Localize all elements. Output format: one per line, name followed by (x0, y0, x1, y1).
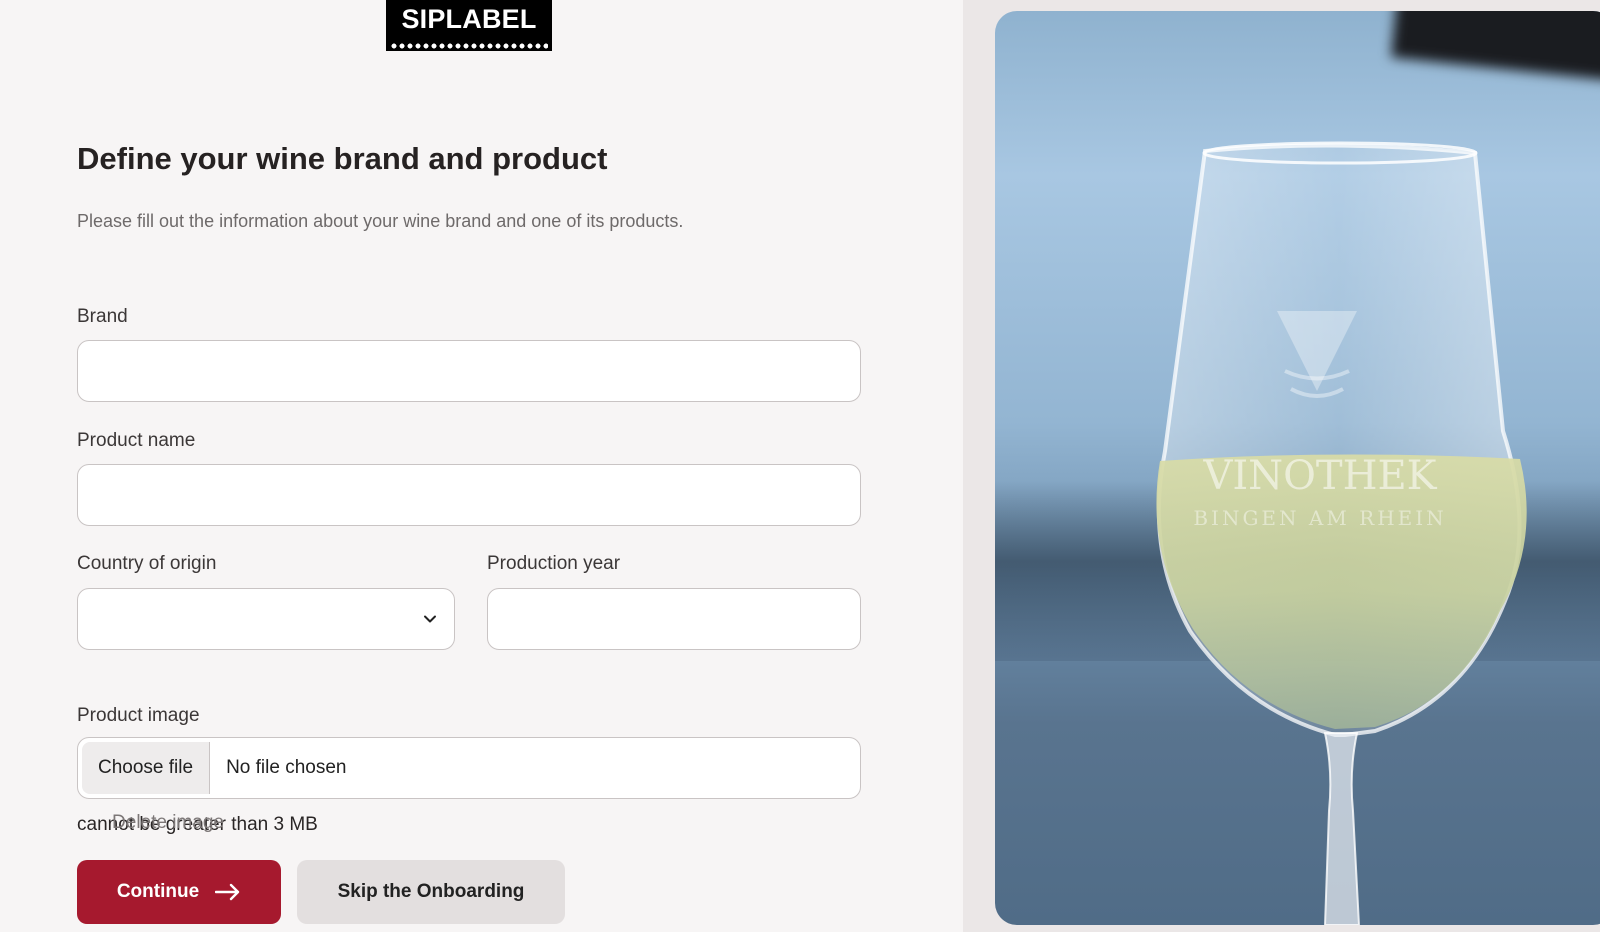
country-of-origin-select[interactable] (77, 588, 455, 650)
arrow-right-icon (215, 883, 240, 901)
product-image-label: Product image (77, 705, 200, 726)
glass-etching-main: VINOTHEK (1202, 453, 1437, 499)
onboarding-panel: SIPLABEL Define your wine brand and prod… (0, 0, 963, 932)
product-image-file-input[interactable]: Choose file No file chosen (77, 737, 861, 799)
production-year-input[interactable] (487, 588, 861, 650)
continue-label: Continue (116, 881, 200, 902)
logo-stamp-edge (390, 43, 548, 49)
siplabel-logo: SIPLABEL (386, 0, 552, 51)
file-status-text: No file chosen (226, 757, 347, 778)
page-title: Define your wine brand and product (77, 141, 608, 176)
choose-file-button[interactable]: Choose file (82, 742, 211, 794)
brand-input[interactable] (77, 340, 861, 402)
glass-etching-sub: BINGEN AM RHEIN (1193, 506, 1446, 530)
product-name-input[interactable] (77, 464, 861, 526)
product-name-label: Product name (77, 430, 196, 451)
wine-glass-illustration: VINOTHEK BINGEN AM RHEIN (1156, 141, 1527, 925)
country-select-value (77, 588, 455, 650)
delete-image-link[interactable]: Delete image (112, 812, 224, 834)
chevron-down-icon (424, 615, 436, 623)
page-subtitle: Please fill out the information about yo… (77, 211, 684, 231)
country-of-origin-label: Country of origin (77, 553, 217, 574)
brand-label: Brand (77, 306, 128, 327)
continue-button[interactable]: Continue (77, 860, 281, 924)
wine-glass-photo: VINOTHEK BINGEN AM RHEIN (995, 11, 1600, 925)
skip-onboarding-button[interactable]: Skip the Onboarding (297, 860, 565, 924)
production-year-label: Production year (487, 553, 621, 574)
